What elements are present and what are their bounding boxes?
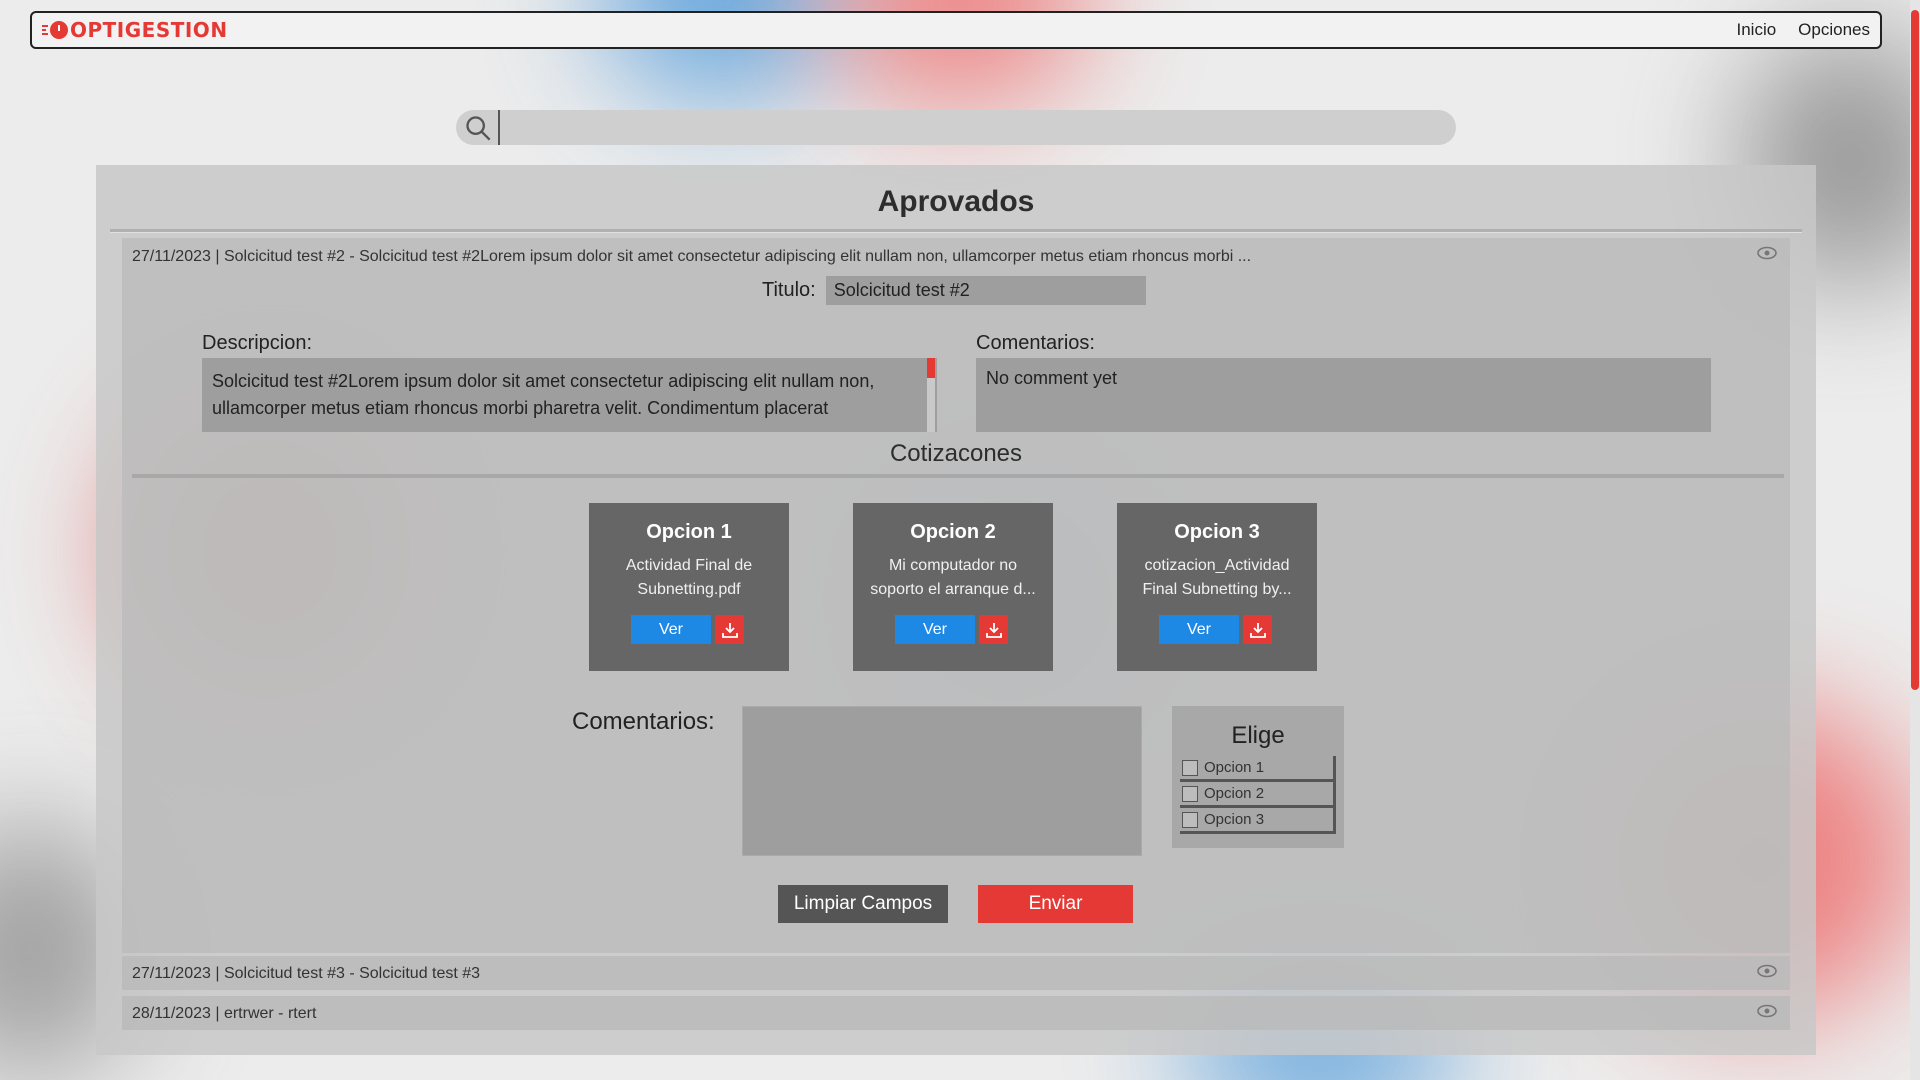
quote-card-3: Opcion 3 cotizacion_Actividad Final Subn… [1117,503,1317,671]
nav-links: Inicio Opciones [1736,20,1870,40]
card-title: Opcion 3 [1174,521,1260,543]
card-title: Opcion 2 [910,521,996,543]
approved-panel: Aprovados 27/11/2023 | Solcicitud test #… [96,165,1816,1055]
search-bar [456,110,1456,145]
download-icon [721,622,738,638]
option-2[interactable]: Opcion 2 [1180,782,1336,808]
descripcion-label: Descripcion: [202,332,313,354]
comentarios2-label: Comentarios: [572,708,715,735]
request-row[interactable]: 27/11/2023 | Solcicitud test #3 - Solcic… [122,956,1790,990]
card-title: Opcion 1 [646,521,732,543]
descripcion-textarea[interactable]: Solcicitud test #2Lorem ipsum dolor sit … [202,358,937,432]
download-icon [1249,622,1266,638]
checkbox-icon[interactable] [1182,785,1198,802]
card-filename: Mi computador no soporto el arranque d..… [870,557,1036,598]
request-row[interactable]: 28/11/2023 | ertrwer - rtert [122,996,1790,1030]
request-expanded: 27/11/2023 | Solcicitud test #2 - Solcic… [122,238,1790,953]
titulo-label: Titulo: [762,279,816,301]
panel-title: Aprovados [877,185,1035,218]
request-row-text: 27/11/2023 | Solcicitud test #3 - Solcic… [132,965,481,982]
checkbox-icon[interactable] [1182,811,1198,828]
request-header[interactable]: 27/11/2023 | Solcicitud test #2 - Solcic… [122,238,1790,270]
cotizaciones-title: Cotizacones [889,440,1023,467]
card-filename: Actividad Final de Subnetting.pdf [625,557,753,598]
divider [110,229,1802,233]
page-scrollbar[interactable] [1910,0,1920,1080]
comentarios-textarea[interactable]: No comment yet [976,358,1711,432]
checkbox-icon[interactable] [1182,759,1198,776]
quote-card-2: Opcion 2 Mi computador no soporto el arr… [853,503,1053,671]
ver-button[interactable]: Ver [631,615,711,644]
option-label: Opcion 3 [1204,811,1265,828]
option-label: Opcion 2 [1204,785,1265,802]
option-1[interactable]: Opcion 1 [1180,756,1336,782]
search-input[interactable] [498,110,1456,145]
speed-lines-icon [42,25,48,35]
nav-link-inicio[interactable]: Inicio [1736,20,1776,40]
eye-icon[interactable] [1756,246,1778,260]
clock-icon [50,21,68,39]
nav-link-opciones[interactable]: Opciones [1798,20,1870,40]
comentarios-label: Comentarios: [976,332,1095,354]
card-buttons: Ver [631,615,744,644]
clear-fields-button[interactable]: Limpiar Campos [778,885,948,923]
card-buttons: Ver [1159,615,1272,644]
elige-box: Elige Opcion 1 Opcion 2 Opcion 3 [1172,706,1344,848]
request-row-text: 28/11/2023 | ertrwer - rtert [132,1005,317,1022]
logo[interactable]: OPTIGESTION [42,18,228,42]
send-button[interactable]: Enviar [978,885,1133,923]
titulo-row: Titulo: [762,276,1146,305]
titulo-input[interactable] [825,276,1146,305]
download-icon [985,622,1002,638]
divider [132,474,1784,478]
comentarios2-textarea[interactable] [742,706,1142,856]
download-button[interactable] [715,615,744,644]
navbar: OPTIGESTION Inicio Opciones [30,11,1882,49]
eye-icon[interactable] [1756,964,1778,978]
search-icon[interactable] [464,114,492,142]
card-buttons: Ver [895,615,1008,644]
quote-card-1: Opcion 1 Actividad Final de Subnetting.p… [589,503,789,671]
ver-button[interactable]: Ver [895,615,975,644]
download-button[interactable] [1243,615,1272,644]
request-header-text: 27/11/2023 | Solcicitud test #2 - Solcic… [132,248,1252,265]
ver-button[interactable]: Ver [1159,615,1239,644]
card-filename: cotizacion_Actividad Final Subnetting by… [1142,557,1292,598]
download-button[interactable] [979,615,1008,644]
option-3[interactable]: Opcion 3 [1180,808,1336,834]
elige-title: Elige [1231,722,1285,749]
option-label: Opcion 1 [1204,759,1265,776]
eye-icon[interactable] [1756,1004,1778,1018]
logo-text: OPTIGESTION [70,18,228,42]
descripcion-scrollbar[interactable] [927,358,935,432]
